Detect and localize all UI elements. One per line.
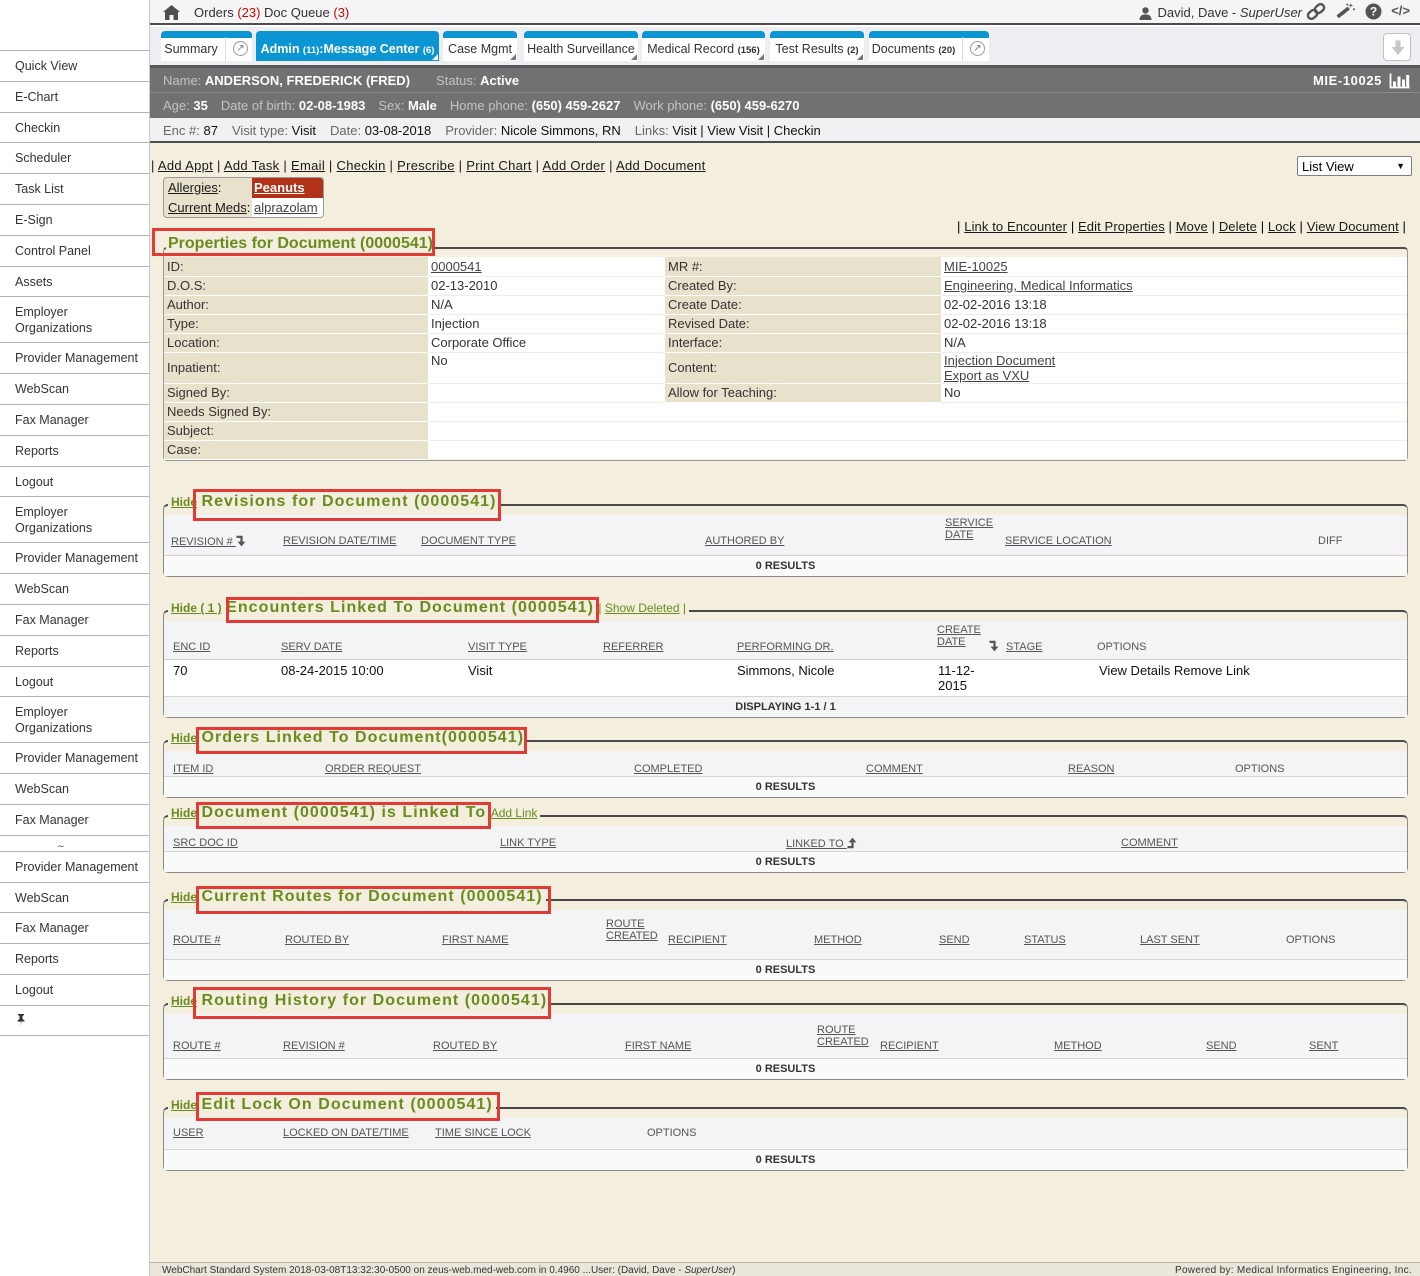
svg-text:?: ? <box>1369 5 1376 19</box>
